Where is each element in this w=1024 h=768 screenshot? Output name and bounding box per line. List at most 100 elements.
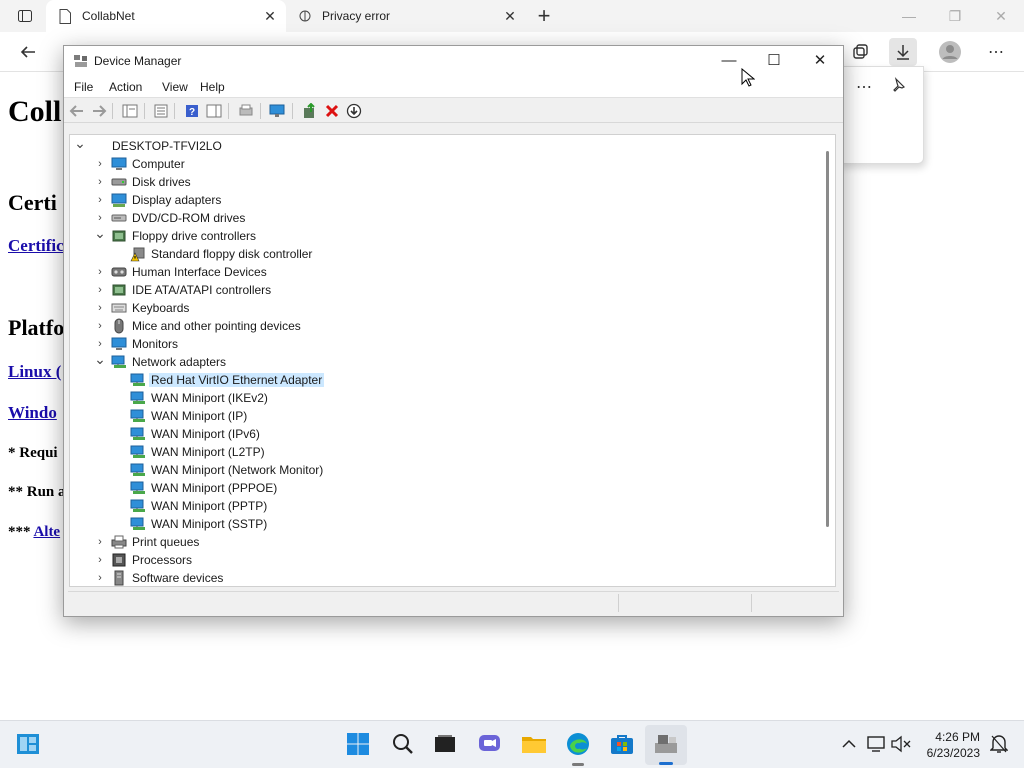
toolbar-separator bbox=[112, 103, 113, 119]
browser-minimize-icon[interactable]: — bbox=[894, 4, 924, 28]
edge-browser-icon[interactable] bbox=[565, 731, 591, 757]
network-status-icon[interactable] bbox=[864, 731, 890, 757]
tree-category-network-adapters[interactable]: ⌄ Network adapters bbox=[70, 352, 810, 371]
notifications-icon[interactable] bbox=[986, 731, 1012, 757]
new-tab-icon[interactable]: + bbox=[531, 3, 557, 29]
profile-avatar-icon[interactable] bbox=[936, 38, 964, 66]
back-icon[interactable] bbox=[68, 102, 86, 120]
certificate-link[interactable]: Certific bbox=[8, 236, 64, 256]
chevron-right-icon[interactable]: › bbox=[93, 192, 107, 208]
tree-category-print-queues[interactable]: › Print queues bbox=[70, 533, 810, 551]
browser-close-icon[interactable]: ✕ bbox=[986, 4, 1016, 28]
action-pane-icon[interactable] bbox=[205, 102, 223, 120]
tree-category-ide-ata-atapi-controllers[interactable]: › IDE ATA/ATAPI controllers bbox=[70, 281, 810, 299]
windows-link[interactable]: Windo bbox=[8, 403, 57, 423]
chevron-right-icon[interactable]: › bbox=[93, 336, 107, 352]
tree-category-computer[interactable]: › Computer bbox=[70, 155, 810, 173]
mouse-icon bbox=[111, 318, 127, 334]
forward-icon[interactable] bbox=[90, 102, 108, 120]
title-bar[interactable]: Device Manager — ☐ ✕ bbox=[64, 46, 843, 76]
volume-muted-icon[interactable] bbox=[888, 731, 914, 757]
tree-device-wan-miniport-ip[interactable]: WAN Miniport (IP) bbox=[70, 407, 810, 425]
scan-hardware-icon[interactable] bbox=[269, 102, 287, 120]
chevron-right-icon[interactable]: › bbox=[93, 264, 107, 280]
tree-item-label: Red Hat VirtIO Ethernet Adapter bbox=[149, 373, 325, 387]
clock[interactable]: 4:26 PM 6/23/2023 bbox=[927, 729, 980, 761]
tree-device-wan-miniport-sstp[interactable]: WAN Miniport (SSTP) bbox=[70, 515, 810, 533]
tree-category-display-adapters[interactable]: › Display adapters bbox=[70, 191, 810, 209]
chevron-down-icon[interactable]: ⌄ bbox=[93, 352, 107, 370]
tree-category-dvd-cd-rom-drives[interactable]: › DVD/CD-ROM drives bbox=[70, 209, 810, 227]
collections-icon[interactable] bbox=[846, 38, 874, 66]
file-explorer-icon[interactable] bbox=[521, 731, 547, 757]
alternative-link[interactable]: Alte bbox=[33, 524, 60, 540]
tab-collabnet[interactable]: CollabNet ✕ bbox=[46, 0, 286, 32]
update-driver-icon[interactable] bbox=[301, 102, 319, 120]
tree-device-wan-miniport-network-monitor[interactable]: WAN Miniport (Network Monitor) bbox=[70, 461, 810, 479]
chevron-right-icon[interactable]: › bbox=[93, 210, 107, 226]
linux-link[interactable]: Linux ( bbox=[8, 362, 61, 382]
show-hide-tree-icon[interactable] bbox=[121, 102, 139, 120]
tree-device-wan-miniport-ipv6[interactable]: WAN Miniport (IPv6) bbox=[70, 425, 810, 443]
uninstall-device-icon[interactable] bbox=[323, 102, 341, 120]
tree-device-wan-miniport-ikev2[interactable]: WAN Miniport (IKEv2) bbox=[70, 389, 810, 407]
help-icon[interactable]: ? bbox=[183, 102, 201, 120]
vertical-scrollbar[interactable] bbox=[826, 151, 829, 527]
properties-icon[interactable] bbox=[152, 102, 170, 120]
show-hidden-icons-chevron-icon[interactable] bbox=[836, 731, 862, 757]
downloads-icon[interactable] bbox=[889, 38, 917, 66]
task-view-icon[interactable] bbox=[432, 731, 458, 757]
tree-item-label: IDE ATA/ATAPI controllers bbox=[132, 283, 272, 297]
device-manager-taskbar-button[interactable] bbox=[645, 725, 687, 765]
chevron-right-icon[interactable]: › bbox=[93, 552, 107, 568]
tree-device-standard-floppy-disk-controller[interactable]: Standard floppy disk controller bbox=[70, 245, 810, 263]
close-tab-icon[interactable]: ✕ bbox=[262, 8, 278, 24]
tree-category-keyboards[interactable]: › Keyboards bbox=[70, 299, 810, 317]
tree-category-disk-drives[interactable]: › Disk drives bbox=[70, 173, 810, 191]
flyout-more-icon[interactable]: ⋯ bbox=[856, 77, 872, 97]
tree-device-wan-miniport-pppoe[interactable]: WAN Miniport (PPPOE) bbox=[70, 479, 810, 497]
tree-category-processors[interactable]: › Processors bbox=[70, 551, 810, 569]
chevron-right-icon[interactable]: › bbox=[93, 300, 107, 316]
device-tree[interactable]: ⌄ DESKTOP-TFVI2LO › Computer › Disk drives › Di… bbox=[69, 134, 836, 587]
note-prefix: *** bbox=[8, 524, 31, 540]
chevron-right-icon[interactable]: › bbox=[93, 156, 107, 172]
menu-file[interactable]: File bbox=[74, 80, 93, 94]
store-icon[interactable] bbox=[609, 731, 635, 757]
chevron-right-icon[interactable]: › bbox=[93, 318, 107, 334]
tab-actions-icon[interactable] bbox=[12, 3, 38, 29]
tree-category-monitors[interactable]: › Monitors bbox=[70, 335, 810, 353]
menu-view[interactable]: View bbox=[162, 80, 188, 94]
tree-category-floppy-drive-controllers[interactable]: ⌄ Floppy drive controllers bbox=[70, 226, 810, 245]
widgets-icon[interactable] bbox=[15, 731, 41, 757]
menu-action[interactable]: Action bbox=[109, 80, 142, 94]
close-icon[interactable]: ✕ bbox=[797, 46, 843, 76]
chat-icon[interactable] bbox=[477, 731, 503, 757]
pin-icon[interactable] bbox=[890, 77, 906, 96]
start-windows-icon[interactable] bbox=[345, 731, 371, 757]
chevron-right-icon[interactable]: › bbox=[93, 282, 107, 298]
maximize-icon[interactable]: ☐ bbox=[751, 46, 797, 76]
menu-help[interactable]: Help bbox=[200, 80, 225, 94]
chevron-down-icon[interactable]: ⌄ bbox=[73, 136, 87, 154]
chevron-right-icon[interactable]: › bbox=[93, 570, 107, 586]
back-arrow-icon[interactable] bbox=[14, 38, 42, 66]
browser-restore-icon[interactable]: ❐ bbox=[940, 4, 970, 28]
print-icon[interactable] bbox=[237, 102, 255, 120]
chevron-right-icon[interactable]: › bbox=[93, 174, 107, 190]
tree-category-mice-and-other-pointing-devices[interactable]: › Mice and other pointing devices bbox=[70, 317, 810, 335]
chevron-down-icon[interactable]: ⌄ bbox=[93, 226, 107, 244]
tree-device-wan-miniport-pptp[interactable]: WAN Miniport (PPTP) bbox=[70, 497, 810, 515]
device-manager-window: Device Manager — ☐ ✕ File Action View He… bbox=[63, 45, 844, 617]
settings-more-icon[interactable]: ⋯ bbox=[982, 38, 1010, 66]
disable-device-icon[interactable] bbox=[345, 102, 363, 120]
tree-root-computer[interactable]: ⌄ DESKTOP-TFVI2LO bbox=[70, 136, 810, 155]
tab-privacy-error[interactable]: Privacy error ✕ bbox=[286, 0, 526, 32]
tree-category-software-devices[interactable]: › Software devices bbox=[70, 569, 810, 586]
close-tab-icon[interactable]: ✕ bbox=[502, 8, 518, 24]
tree-device-wan-miniport-l2tp[interactable]: WAN Miniport (L2TP) bbox=[70, 443, 810, 461]
search-icon[interactable] bbox=[390, 731, 416, 757]
tree-device-red-hat-virtio-ethernet-adapter[interactable]: Red Hat VirtIO Ethernet Adapter bbox=[70, 371, 810, 389]
tree-category-human-interface-devices[interactable]: › Human Interface Devices bbox=[70, 263, 810, 281]
chevron-right-icon[interactable]: › bbox=[93, 534, 107, 550]
